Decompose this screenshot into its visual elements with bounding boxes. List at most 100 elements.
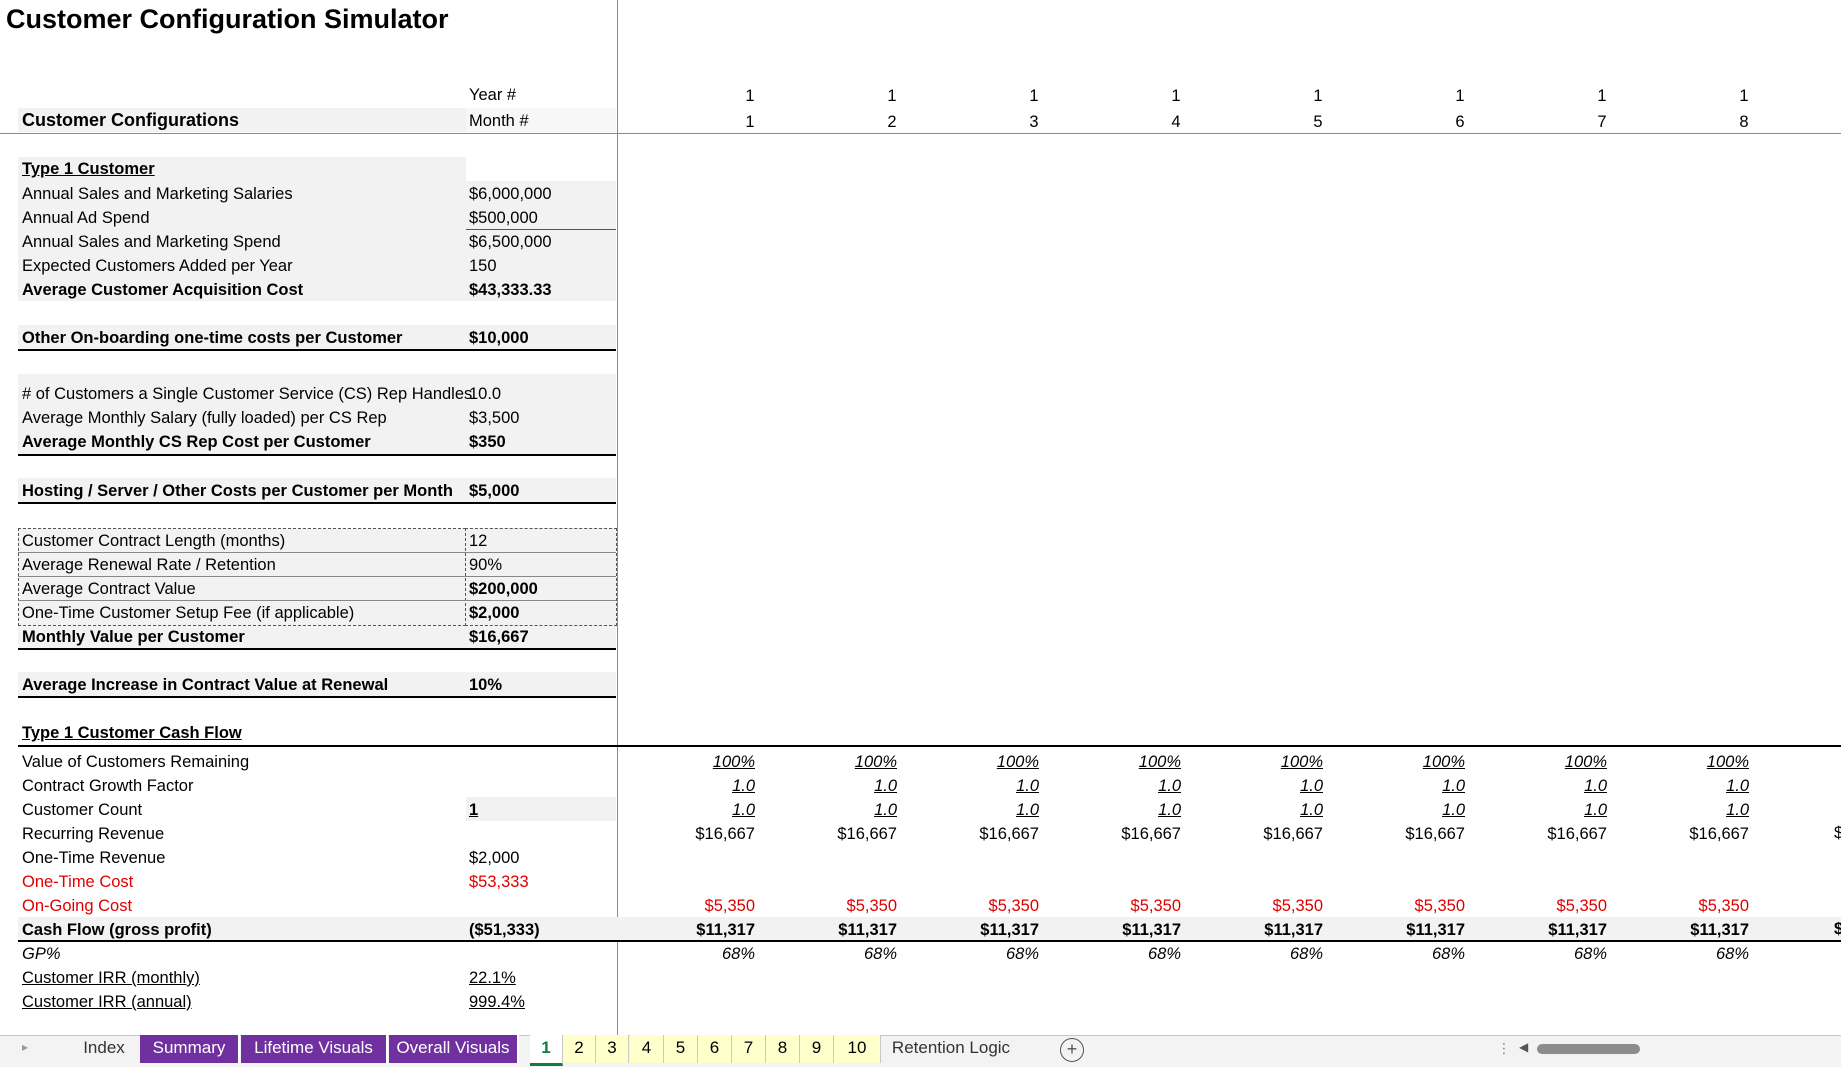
cashflow-cell[interactable]: $5,350 <box>655 896 755 916</box>
sheet-tab[interactable]: Overall Visuals <box>389 1035 519 1063</box>
cashflow-value[interactable]: $53,333 <box>469 872 529 892</box>
row-value[interactable]: $6,000,000 <box>469 184 552 204</box>
cashflow-cell[interactable]: $11,317 <box>797 920 897 940</box>
cashflow-value[interactable]: 999.4% <box>469 992 525 1012</box>
sheet-tab[interactable]: 5 <box>664 1035 698 1063</box>
splitter-handle-icon[interactable]: ⋮ <box>1497 1040 1511 1057</box>
cashflow-value[interactable]: ($51,333) <box>469 920 540 940</box>
cashflow-cell[interactable]: 1.0 <box>1507 776 1607 796</box>
cashflow-cell[interactable]: $5,350 <box>939 896 1039 916</box>
sheet-tab[interactable]: Summary <box>140 1035 240 1063</box>
scroll-left-icon[interactable]: ◀ <box>1519 1040 1528 1054</box>
cashflow-value[interactable]: 22.1% <box>469 968 516 988</box>
cashflow-cell[interactable]: 1.0 <box>655 800 755 820</box>
cs-value[interactable]: 10.0 <box>469 384 501 404</box>
contract-value[interactable]: 90% <box>469 555 502 575</box>
cashflow-cell[interactable]: $11,317 <box>1223 920 1323 940</box>
cashflow-cell[interactable]: 100% <box>1081 752 1181 772</box>
cashflow-cell[interactable]: 1.0 <box>939 800 1039 820</box>
cashflow-cell[interactable]: $5,350 <box>1365 896 1465 916</box>
sheet-tab[interactable]: 10 <box>834 1035 881 1063</box>
cashflow-cell[interactable]: 68% <box>1081 944 1181 964</box>
contract-value[interactable]: $16,667 <box>469 627 529 647</box>
row-value[interactable]: $500,000 <box>469 208 538 228</box>
cashflow-cell[interactable]: $16,667 <box>1223 824 1323 844</box>
cs-value[interactable]: $350 <box>469 432 506 452</box>
sheet-tab[interactable]: 4 <box>630 1035 664 1063</box>
scroll-tabs-icon[interactable]: ▸ <box>22 1040 28 1054</box>
cashflow-value[interactable]: 1 <box>469 800 478 820</box>
cashflow-cell[interactable]: 100% <box>939 752 1039 772</box>
cashflow-cell[interactable]: 100% <box>655 752 755 772</box>
cashflow-cell[interactable]: 68% <box>797 944 897 964</box>
cashflow-cell[interactable]: 100% <box>1365 752 1465 772</box>
cashflow-cell[interactable]: $11,317 <box>939 920 1039 940</box>
cashflow-cell[interactable]: $16,667 <box>939 824 1039 844</box>
cashflow-cell[interactable]: $16,667 <box>1507 824 1607 844</box>
cashflow-cell[interactable]: $16,667 <box>1365 824 1465 844</box>
cashflow-cell[interactable]: 68% <box>1507 944 1607 964</box>
cashflow-value[interactable]: $2,000 <box>469 848 519 868</box>
cashflow-cell[interactable]: $11,317 <box>1365 920 1465 940</box>
cashflow-cell[interactable]: 1.0 <box>1081 776 1181 796</box>
cashflow-cell[interactable]: $11,317 <box>1507 920 1607 940</box>
cashflow-cell[interactable]: $16,667 <box>1081 824 1181 844</box>
cashflow-cell[interactable]: 1.0 <box>1365 776 1465 796</box>
cashflow-cell[interactable]: 68% <box>1365 944 1465 964</box>
cashflow-cell[interactable]: 68% <box>655 944 755 964</box>
row-value[interactable]: $43,333.33 <box>469 280 552 300</box>
sheet-tab[interactable]: Index <box>70 1035 138 1063</box>
cashflow-cell[interactable]: 68% <box>939 944 1039 964</box>
hosting-value[interactable]: $5,000 <box>469 481 519 501</box>
sheet-tab[interactable]: 9 <box>800 1035 834 1063</box>
cashflow-cell[interactable]: $5,350 <box>1649 896 1749 916</box>
add-sheet-icon[interactable]: + <box>1060 1038 1084 1062</box>
sheet-tab[interactable]: 1 <box>530 1035 563 1066</box>
cashflow-cell[interactable]: $5,350 <box>1507 896 1607 916</box>
cashflow-cell[interactable]: 1.0 <box>1223 800 1323 820</box>
cs-value[interactable]: $3,500 <box>469 408 519 428</box>
cashflow-cell[interactable]: 1.0 <box>655 776 755 796</box>
row-value[interactable]: 150 <box>469 256 497 276</box>
cashflow-cell[interactable]: $16,667 <box>797 824 897 844</box>
cashflow-cell[interactable]: 1.0 <box>1365 800 1465 820</box>
cashflow-cell[interactable]: $5,350 <box>1223 896 1323 916</box>
cashflow-cell[interactable]: 1.0 <box>797 776 897 796</box>
cashflow-cell[interactable]: 1.0 <box>1507 800 1607 820</box>
sheet-tab[interactable]: 7 <box>732 1035 766 1063</box>
cashflow-cell[interactable]: 1.0 <box>1649 776 1749 796</box>
onboarding-value[interactable]: $10,000 <box>469 328 529 348</box>
sheet-tab[interactable]: Retention Logic <box>886 1035 1016 1063</box>
cashflow-cell[interactable]: 1.0 <box>797 800 897 820</box>
sheet-tab[interactable]: 3 <box>596 1035 629 1063</box>
row-value[interactable]: $6,500,000 <box>469 232 552 252</box>
contract-value[interactable]: $200,000 <box>469 579 538 599</box>
sheet-tab[interactable]: 6 <box>698 1035 732 1063</box>
cashflow-cell[interactable]: 100% <box>1507 752 1607 772</box>
overflow-cell[interactable]: $1 <box>1834 920 1841 939</box>
cashflow-cell[interactable]: $11,317 <box>1649 920 1749 940</box>
cashflow-cell[interactable]: 68% <box>1223 944 1323 964</box>
cashflow-cell[interactable]: 1.0 <box>1223 776 1323 796</box>
sheet-tab[interactable]: Lifetime Visuals <box>241 1035 388 1063</box>
sheet-tab[interactable]: 8 <box>766 1035 800 1063</box>
horizontal-scrollbar-thumb[interactable] <box>1537 1044 1640 1054</box>
cashflow-cell[interactable]: $5,350 <box>1081 896 1181 916</box>
cashflow-cell[interactable]: 100% <box>1223 752 1323 772</box>
increase-value[interactable]: 10% <box>469 675 502 695</box>
overflow-cell[interactable]: $ <box>1834 824 1841 843</box>
cashflow-cell[interactable]: $16,667 <box>1649 824 1749 844</box>
cashflow-cell[interactable]: $16,667 <box>655 824 755 844</box>
sheet-tab[interactable]: 2 <box>563 1035 596 1063</box>
cashflow-cell[interactable]: 1.0 <box>1649 800 1749 820</box>
contract-value[interactable]: 12 <box>469 531 487 551</box>
cashflow-cell[interactable]: $5,350 <box>797 896 897 916</box>
cashflow-cell[interactable]: 1.0 <box>939 776 1039 796</box>
cashflow-cell[interactable]: 68% <box>1649 944 1749 964</box>
cashflow-cell[interactable]: $11,317 <box>1081 920 1181 940</box>
contract-value[interactable]: $2,000 <box>469 603 519 623</box>
cashflow-cell[interactable]: 100% <box>797 752 897 772</box>
cashflow-cell[interactable]: $11,317 <box>655 920 755 940</box>
cashflow-cell[interactable]: 100% <box>1649 752 1749 772</box>
cashflow-cell[interactable]: 1.0 <box>1081 800 1181 820</box>
